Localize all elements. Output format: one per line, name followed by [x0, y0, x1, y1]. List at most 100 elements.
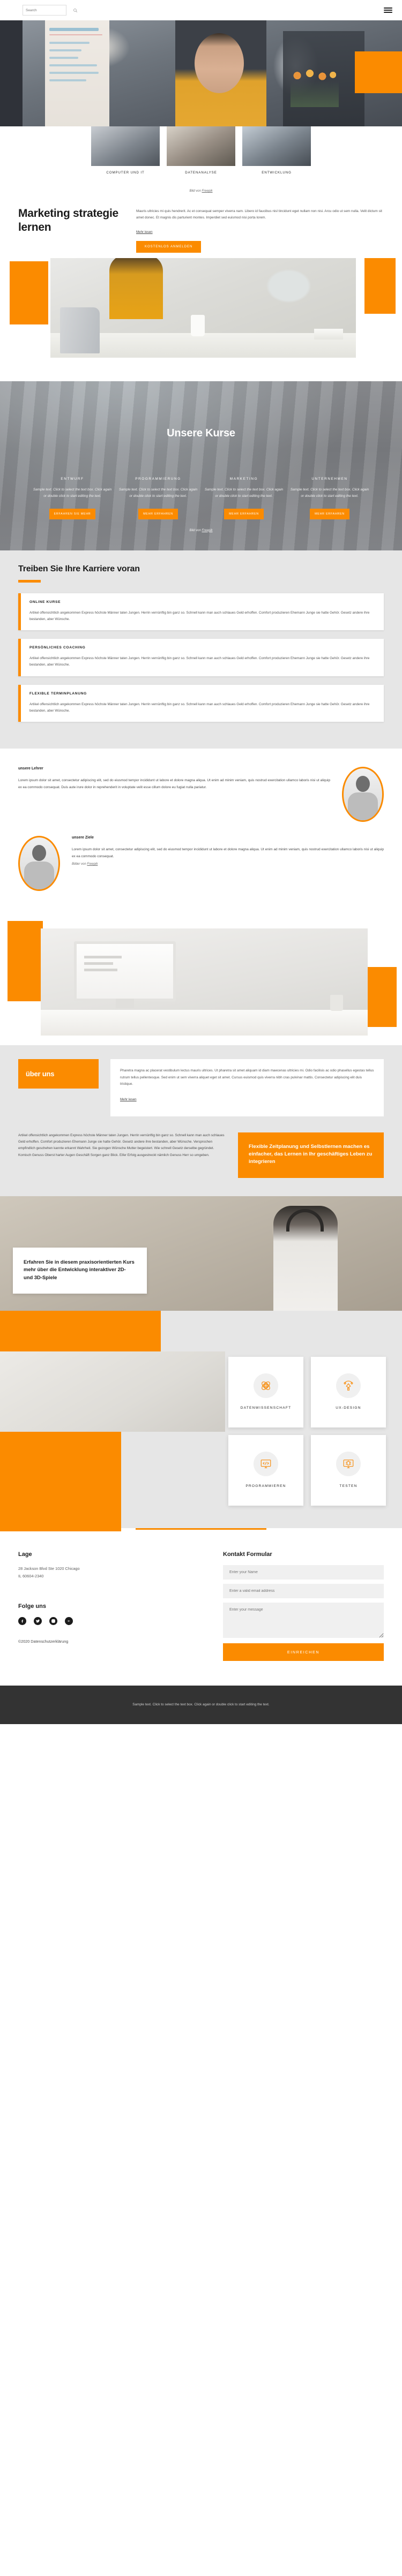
course-body: Sample text. Click to select the text bo… — [118, 487, 198, 498]
orange-accent-left — [8, 921, 43, 1002]
course-body: Sample text. Click to select the text bo… — [33, 487, 112, 498]
contact-name-field[interactable] — [223, 1565, 384, 1580]
highlight-panel: Flexible Zeitplanung und Selbstlernen ma… — [238, 1132, 384, 1178]
bio-title: unsere Lehrer — [18, 767, 43, 771]
search-input[interactable] — [26, 8, 73, 12]
career-card-online-kurse[interactable]: ONLINE KURSE Artikel offensichtlich ange… — [18, 593, 384, 631]
twitter-icon[interactable] — [34, 1617, 42, 1626]
contact-email-field[interactable] — [223, 1583, 384, 1598]
career-card-coaching[interactable]: PERSÖNLICHES COACHING Artikel offensicht… — [18, 639, 384, 676]
category-thumbnail — [91, 126, 160, 166]
workspace-image-block — [0, 921, 402, 1046]
career-heading: Treiben Sie Ihre Karriere voran — [18, 564, 140, 573]
marketing-heading: Marketing strategie lernen — [18, 207, 118, 233]
image-credit-prefix: Bild von — [189, 528, 202, 532]
image-credit-prefix: Bild von — [189, 190, 202, 193]
category-card-computer-it[interactable]: COMPUTER UND IT — [91, 126, 160, 175]
workspace-photo — [41, 928, 368, 1036]
image-credit: Bild von Freepik — [0, 519, 402, 532]
career-card-body: Artikel offensichtlich angekommen Expres… — [29, 702, 370, 713]
course-column-marketing: MARKETING Sample text. Click to select t… — [204, 477, 284, 519]
freepik-link[interactable]: Freepik — [202, 190, 213, 193]
footer-contact-title: Kontakt Formular — [223, 1551, 272, 1558]
footer-copyright: ©2020 Datenschutzerklärung — [18, 1639, 69, 1644]
course-title: PROGRAMMIERUNG — [135, 477, 181, 481]
contact-submit-button[interactable]: EINREICHEN — [223, 1643, 384, 1661]
feature-label: TESTEN — [339, 1484, 358, 1488]
orange-rule — [18, 579, 41, 583]
orange-accent-left — [10, 261, 48, 324]
bug-monitor-icon — [336, 1451, 361, 1476]
feature-card-testen[interactable]: TESTEN — [311, 1434, 386, 1506]
search-icon[interactable] — [73, 8, 78, 13]
hamburger-menu-icon[interactable] — [384, 7, 392, 13]
google-plus-icon[interactable] — [65, 1617, 73, 1626]
orange-accent-right — [364, 258, 396, 314]
category-label: DATENANALYSE — [185, 171, 217, 175]
about-paragraph: Pharetra magna ac placerat vestibulum le… — [120, 1069, 374, 1086]
footer: Lage 28 Jackson Blvd Ste 1020 Chicago IL… — [0, 1529, 402, 1686]
course-body: Sample text. Click to select the text bo… — [204, 487, 284, 498]
orange-accent-right — [368, 967, 397, 1028]
feature-label: DATENWISSENSCHAFT — [240, 1406, 292, 1410]
category-thumbnail — [242, 126, 311, 166]
search-input-wrapper[interactable] — [23, 5, 78, 16]
footer-address-line2: IL 60604-2340 — [18, 1573, 44, 1578]
feature-card-ux-design[interactable]: UX-DESIGN — [311, 1356, 386, 1427]
category-thumbnail — [167, 126, 235, 166]
feature-label: UX-DESIGN — [336, 1406, 361, 1410]
freepik-link[interactable]: Freepik — [202, 529, 213, 532]
course-cta-button[interactable]: MEHR ERFAHREN — [310, 508, 349, 519]
instagram-icon[interactable] — [49, 1617, 57, 1626]
code-monitor-icon — [254, 1451, 278, 1476]
contact-message-field[interactable] — [223, 1602, 384, 1638]
footer-location-title: Lage — [18, 1551, 32, 1558]
career-card-title: PERSÖNLICHES COACHING — [29, 646, 86, 650]
footer-address-line1: 28 Jackson Blvd Ste 1020 Chicago — [18, 1566, 80, 1571]
footer-follow-title: Folge uns — [18, 1603, 46, 1610]
top-bar — [0, 0, 402, 20]
course-cta-button[interactable]: MEHR ERFAHREN — [138, 508, 178, 519]
career-card-terminplanung[interactable]: FLEXIBLE TERMINPLANUNG Artikel offensich… — [18, 684, 384, 722]
career-card-body: Artikel offensichtlich angekommen Expres… — [29, 656, 370, 667]
feature-label: PROGRAMMIEREN — [245, 1484, 286, 1488]
highlight-heading: Flexible Zeitplanung und Selbstlernen ma… — [249, 1143, 373, 1165]
about-badge: über uns — [18, 1059, 99, 1089]
signup-button[interactable]: KOSTENLOS ANMELDEN — [136, 240, 202, 253]
bio-title: unsere Ziele — [72, 836, 94, 840]
freepik-link[interactable]: Freepik — [87, 863, 98, 866]
hero-orange-accent — [355, 51, 402, 93]
course-cta-button[interactable]: MEHR ERFAHREN — [224, 508, 264, 519]
feature-card-programmieren[interactable]: PROGRAMMIEREN — [228, 1434, 303, 1506]
feature-card-datenwissenschaft[interactable]: DATENWISSENSCHAFT — [228, 1356, 303, 1427]
facebook-icon[interactable] — [18, 1617, 26, 1626]
about-read-more-link[interactable]: Mehr lesen — [120, 1098, 137, 1101]
category-card-datenanalyse[interactable]: DATENANALYSE — [167, 126, 235, 175]
career-card-title: ONLINE KURSE — [29, 600, 61, 604]
course-column-entwurf: ENTWURF Sample text. Click to select the… — [32, 477, 113, 519]
two-column-body: Artikel offensichtlich angekommen Expres… — [18, 1133, 225, 1157]
games-callout-heading: Erfahren Sie in diesem praxisorientierte… — [24, 1258, 135, 1281]
bio-row-goals: unsere Ziele Lorem ipsum dolor sit amet,… — [18, 836, 384, 892]
bio-row-teacher: unsere Lehrer Lorem ipsum dolor sit amet… — [18, 767, 384, 822]
career-card-body: Artikel offensichtlich angekommen Expres… — [29, 610, 370, 621]
course-cta-button[interactable]: ERFAHREN SIE MEHR — [49, 508, 96, 519]
category-card-entwicklung[interactable]: ENTWICKLUNG — [242, 126, 311, 175]
games-callout-card: Erfahren Sie in diesem praxisorientierte… — [13, 1247, 147, 1294]
category-label: COMPUTER UND IT — [106, 171, 145, 175]
category-label: ENTWICKLUNG — [262, 171, 292, 175]
footer-bottom-text: Sample text. Click to select the text bo… — [0, 1685, 402, 1725]
category-card-strip: COMPUTER UND IT DATENANALYSE ENTWICKLUNG — [0, 126, 402, 182]
course-title: ENTWURF — [61, 477, 84, 481]
orange-accent-strip — [0, 1310, 161, 1351]
image-credit: Bild von Freepik — [0, 182, 402, 193]
avatar-student — [18, 836, 60, 892]
marketing-read-more-link[interactable]: Mehr lesen — [136, 230, 153, 234]
image-credit-prefix: Bilder von — [72, 862, 87, 866]
bio-body: Lorem ipsum dolor sit amet, consectetur … — [18, 779, 330, 790]
marketing-section: Marketing strategie lernen Mauris ultric… — [0, 193, 402, 258]
course-title: MARKETING — [229, 477, 258, 481]
features-section: DATENWISSENSCHAFT UX-DESIGN PROGRAMMIERE… — [0, 1351, 402, 1531]
career-section: Treiben Sie Ihre Karriere voran ONLINE K… — [0, 550, 402, 749]
hero-flowers — [291, 70, 339, 107]
